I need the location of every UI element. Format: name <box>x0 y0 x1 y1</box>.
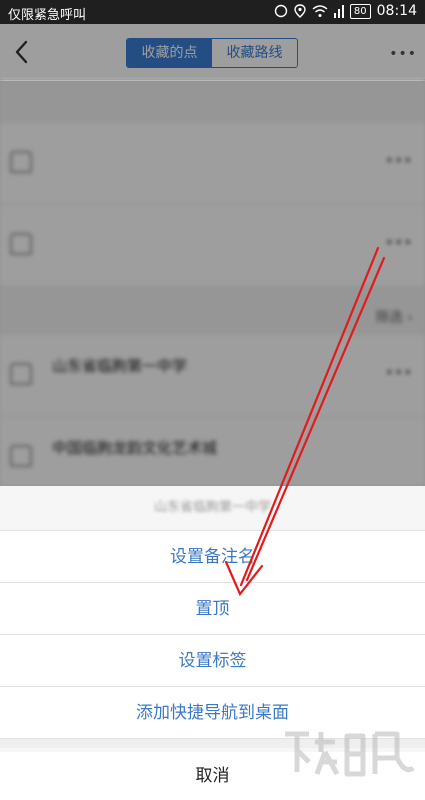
wifi-icon <box>312 4 328 17</box>
set-tag-button[interactable]: 设置标签 <box>0 634 425 686</box>
modal-dim-overlay[interactable] <box>0 81 425 486</box>
signal-icon <box>333 4 344 18</box>
carrier-text: 仅限紧急呼叫 <box>8 8 87 23</box>
location-icon <box>294 4 306 18</box>
header-dim-overlay <box>0 24 425 81</box>
status-bar: 仅限紧急呼叫 80 08:14 <box>0 0 425 24</box>
set-remark-name-button[interactable]: 设置备注名 <box>0 530 425 582</box>
clock: 08:14 <box>376 3 417 19</box>
action-sheet-title: 山东省临朐第一中学 <box>153 500 271 515</box>
pin-to-top-button[interactable]: 置顶 <box>0 582 425 634</box>
status-icons: 80 08:14 <box>274 3 417 19</box>
battery-indicator: 80 <box>349 3 371 19</box>
nfc-icon <box>274 4 288 18</box>
watermark-logo <box>285 731 415 777</box>
